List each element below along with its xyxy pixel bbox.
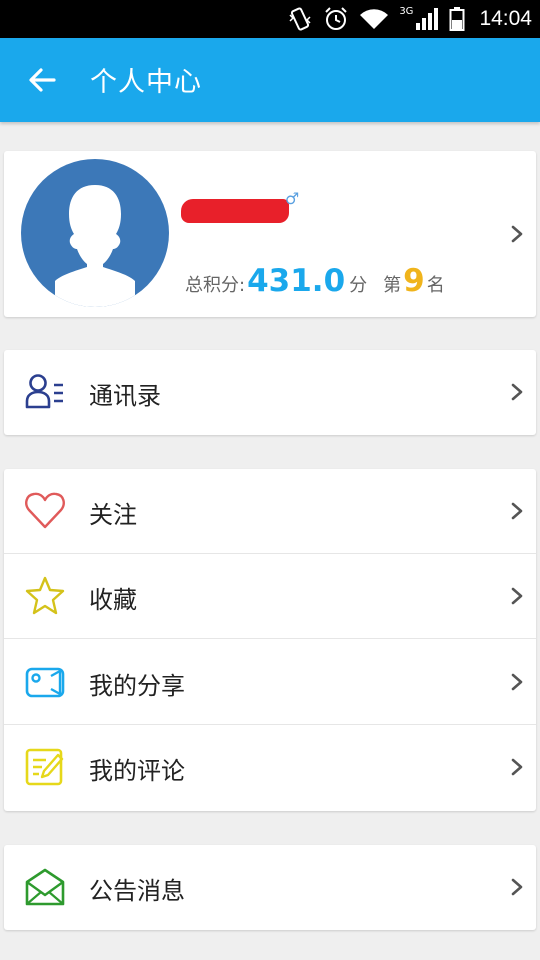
- menu-item-announcements[interactable]: 公告消息: [4, 845, 536, 930]
- score-unit: 分: [349, 275, 368, 296]
- chevron-right-icon: [511, 225, 523, 243]
- chevron-right-icon: [511, 878, 523, 896]
- score-summary: 总积分: 431.0 分 第 9 名: [185, 263, 445, 303]
- rank-value: 9: [403, 263, 425, 299]
- menu-item-label: 我的评论: [89, 757, 185, 785]
- menu-item-follow[interactable]: 关注: [4, 469, 536, 554]
- battery-icon: [449, 7, 465, 31]
- score-label: 总积分:: [185, 275, 246, 296]
- chevron-right-icon: [511, 758, 523, 776]
- chevron-right-icon: [511, 383, 523, 401]
- username-redacted: [181, 199, 289, 223]
- menu-item-contacts[interactable]: 通讯录: [4, 350, 536, 435]
- profile-card[interactable]: ♂ 总积分: 431.0 分 第 9 名: [4, 151, 536, 317]
- star-icon: [25, 576, 65, 615]
- chevron-right-icon: [511, 673, 523, 691]
- chevron-right-icon: [511, 502, 523, 520]
- rank-prefix: 第: [383, 275, 402, 296]
- vibrate-icon: [289, 7, 311, 31]
- contacts-icon: [25, 374, 63, 409]
- menu-group-contacts: 通讯录: [4, 350, 536, 435]
- score-value: 431.0: [247, 263, 346, 299]
- menu-item-label: 收藏: [89, 586, 137, 614]
- page-title: 个人中心: [90, 67, 202, 98]
- menu-item-my-comments[interactable]: 我的评论: [4, 725, 536, 810]
- menu-group-notices: 公告消息: [4, 845, 536, 930]
- mail-icon: [25, 868, 65, 906]
- default-user-icon: [55, 185, 135, 307]
- menu-item-favorites[interactable]: 收藏: [4, 554, 536, 639]
- menu-item-label: 通讯录: [89, 382, 161, 410]
- video-share-icon: [25, 667, 65, 698]
- menu-item-my-shares[interactable]: 我的分享: [4, 640, 536, 725]
- menu-item-label: 公告消息: [89, 877, 185, 905]
- menu-item-label: 我的分享: [89, 672, 185, 700]
- male-gender-icon: ♂: [285, 189, 300, 208]
- menu-group-personal: 关注 收藏 我的分享 我的评论: [4, 469, 536, 811]
- signal-icon: [416, 8, 439, 30]
- network-type: 3G: [399, 6, 414, 17]
- avatar[interactable]: [21, 159, 169, 307]
- back-arrow-icon[interactable]: [24, 62, 60, 98]
- status-icons: 3G 14:04: [287, 4, 532, 34]
- rank-suffix: 名: [426, 275, 445, 296]
- heart-icon: [25, 492, 65, 529]
- status-bar: 3G 14:04: [0, 0, 540, 38]
- menu-item-label: 关注: [89, 501, 137, 529]
- app-bar: 个人中心: [0, 38, 540, 122]
- alarm-icon: [325, 7, 348, 30]
- wifi-icon: [360, 9, 389, 29]
- chevron-right-icon: [511, 587, 523, 605]
- divider: [4, 638, 536, 639]
- comment-edit-icon: [25, 748, 64, 786]
- status-time: 14:04: [479, 7, 532, 30]
